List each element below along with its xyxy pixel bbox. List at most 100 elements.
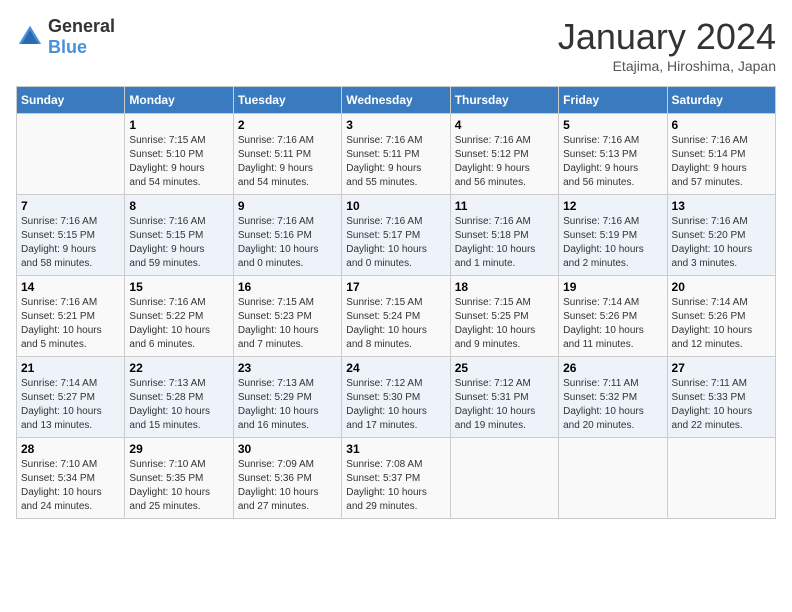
day-cell [450, 438, 558, 519]
logo: General Blue [16, 16, 115, 58]
day-cell: 13 Sunrise: 7:16 AM Sunset: 5:20 PM Dayli… [667, 195, 775, 276]
day-info: Sunrise: 7:16 AM Sunset: 5:14 PM Dayligh… [672, 134, 771, 190]
day-info: Sunrise: 7:10 AM Sunset: 5:34 PM Dayligh… [21, 458, 120, 514]
header-row: Sunday Monday Tuesday Wednesday Thursday… [17, 87, 776, 114]
day-cell: 4Sunrise: 7:16 AM Sunset: 5:12 PM Daylig… [450, 114, 558, 195]
week-row-2: 14Sunrise: 7:16 AM Sunset: 5:21 PM Dayli… [17, 276, 776, 357]
day-info: Sunrise: 7:16 AM Sunset: 5:17 PM Dayligh… [346, 215, 445, 271]
calendar-table: Sunday Monday Tuesday Wednesday Thursday… [16, 86, 776, 519]
day-number: 30 [238, 442, 337, 456]
day-cell: 21 Sunrise: 7:14 AM Sunset: 5:27 PM Dayli… [17, 357, 125, 438]
day-number: 24 [346, 361, 445, 375]
day-cell: 10 Sunrise: 7:16 AM Sunset: 5:17 PM Dayli… [342, 195, 450, 276]
title-area: January 2024 Etajima, Hiroshima, Japan [558, 16, 776, 74]
day-number: 9 [238, 199, 337, 213]
day-cell: 26 Sunrise: 7:11 AM Sunset: 5:32 PM Dayli… [559, 357, 667, 438]
day-number: 4 [455, 118, 554, 132]
header: General Blue January 2024 Etajima, Hiros… [16, 16, 776, 74]
day-number: 5 [563, 118, 662, 132]
day-info: Sunrise: 7:11 AM Sunset: 5:33 PM Dayligh… [672, 377, 771, 433]
day-cell: 2 Sunrise: 7:16 AM Sunset: 5:11 PM Daylig… [233, 114, 341, 195]
day-info: Sunrise: 7:15 AM Sunset: 5:10 PM Dayligh… [129, 134, 228, 190]
day-number: 26 [563, 361, 662, 375]
day-number: 27 [672, 361, 771, 375]
logo-general: General [48, 16, 115, 36]
day-number: 12 [563, 199, 662, 213]
col-wednesday: Wednesday [342, 87, 450, 114]
day-number: 21 [21, 361, 120, 375]
day-number: 10 [346, 199, 445, 213]
day-number: 18 [455, 280, 554, 294]
day-cell: 5 Sunrise: 7:16 AM Sunset: 5:13 PM Daylig… [559, 114, 667, 195]
day-number: 2 [238, 118, 337, 132]
calendar-body: 1 Sunrise: 7:15 AM Sunset: 5:10 PM Daylig… [17, 114, 776, 519]
day-cell: 7Sunrise: 7:16 AM Sunset: 5:15 PM Daylig… [17, 195, 125, 276]
day-cell: 19 Sunrise: 7:14 AM Sunset: 5:26 PM Dayli… [559, 276, 667, 357]
day-number: 3 [346, 118, 445, 132]
day-number: 15 [129, 280, 228, 294]
logo-icon [16, 23, 44, 51]
day-cell: 25 Sunrise: 7:12 AM Sunset: 5:31 PM Dayli… [450, 357, 558, 438]
day-info: Sunrise: 7:16 AM Sunset: 5:20 PM Dayligh… [672, 215, 771, 271]
day-info: Sunrise: 7:14 AM Sunset: 5:27 PM Dayligh… [21, 377, 120, 433]
day-number: 17 [346, 280, 445, 294]
day-cell: 23Sunrise: 7:13 AM Sunset: 5:29 PM Dayli… [233, 357, 341, 438]
day-number: 11 [455, 199, 554, 213]
day-number: 31 [346, 442, 445, 456]
day-cell: 22 Sunrise: 7:13 AM Sunset: 5:28 PM Dayli… [125, 357, 233, 438]
day-cell: 1 Sunrise: 7:15 AM Sunset: 5:10 PM Daylig… [125, 114, 233, 195]
day-number: 23 [238, 361, 337, 375]
day-info: Sunrise: 7:13 AM Sunset: 5:28 PM Dayligh… [129, 377, 228, 433]
col-friday: Friday [559, 87, 667, 114]
day-info: Sunrise: 7:10 AM Sunset: 5:35 PM Dayligh… [129, 458, 228, 514]
day-cell: 27 Sunrise: 7:11 AM Sunset: 5:33 PM Dayli… [667, 357, 775, 438]
day-number: 22 [129, 361, 228, 375]
day-cell: 16 Sunrise: 7:15 AM Sunset: 5:23 PM Dayli… [233, 276, 341, 357]
day-info: Sunrise: 7:08 AM Sunset: 5:37 PM Dayligh… [346, 458, 445, 514]
day-number: 28 [21, 442, 120, 456]
day-info: Sunrise: 7:12 AM Sunset: 5:30 PM Dayligh… [346, 377, 445, 433]
day-number: 16 [238, 280, 337, 294]
week-row-4: 28 Sunrise: 7:10 AM Sunset: 5:34 PM Dayli… [17, 438, 776, 519]
day-info: Sunrise: 7:15 AM Sunset: 5:23 PM Dayligh… [238, 296, 337, 352]
day-info: Sunrise: 7:15 AM Sunset: 5:24 PM Dayligh… [346, 296, 445, 352]
day-info: Sunrise: 7:15 AM Sunset: 5:25 PM Dayligh… [455, 296, 554, 352]
col-tuesday: Tuesday [233, 87, 341, 114]
day-cell: 18 Sunrise: 7:15 AM Sunset: 5:25 PM Dayli… [450, 276, 558, 357]
calendar-header: Sunday Monday Tuesday Wednesday Thursday… [17, 87, 776, 114]
day-info: Sunrise: 7:16 AM Sunset: 5:11 PM Dayligh… [346, 134, 445, 190]
day-cell: 15 Sunrise: 7:16 AM Sunset: 5:22 PM Dayli… [125, 276, 233, 357]
week-row-1: 7Sunrise: 7:16 AM Sunset: 5:15 PM Daylig… [17, 195, 776, 276]
day-info: Sunrise: 7:16 AM Sunset: 5:19 PM Dayligh… [563, 215, 662, 271]
day-cell: 8 Sunrise: 7:16 AM Sunset: 5:15 PM Daylig… [125, 195, 233, 276]
day-info: Sunrise: 7:16 AM Sunset: 5:11 PM Dayligh… [238, 134, 337, 190]
col-thursday: Thursday [450, 87, 558, 114]
day-number: 19 [563, 280, 662, 294]
day-cell: 6 Sunrise: 7:16 AM Sunset: 5:14 PM Daylig… [667, 114, 775, 195]
day-info: Sunrise: 7:16 AM Sunset: 5:15 PM Dayligh… [21, 215, 120, 271]
day-info: Sunrise: 7:09 AM Sunset: 5:36 PM Dayligh… [238, 458, 337, 514]
day-cell: 20Sunrise: 7:14 AM Sunset: 5:26 PM Dayli… [667, 276, 775, 357]
col-monday: Monday [125, 87, 233, 114]
day-cell: 28 Sunrise: 7:10 AM Sunset: 5:34 PM Dayli… [17, 438, 125, 519]
calendar-title: January 2024 [558, 16, 776, 58]
day-cell: 17 Sunrise: 7:15 AM Sunset: 5:24 PM Dayli… [342, 276, 450, 357]
day-info: Sunrise: 7:16 AM Sunset: 5:22 PM Dayligh… [129, 296, 228, 352]
col-saturday: Saturday [667, 87, 775, 114]
day-info: Sunrise: 7:16 AM Sunset: 5:13 PM Dayligh… [563, 134, 662, 190]
day-number: 29 [129, 442, 228, 456]
day-cell: 24 Sunrise: 7:12 AM Sunset: 5:30 PM Dayli… [342, 357, 450, 438]
day-number: 8 [129, 199, 228, 213]
day-number: 6 [672, 118, 771, 132]
day-number: 1 [129, 118, 228, 132]
day-number: 25 [455, 361, 554, 375]
day-info: Sunrise: 7:12 AM Sunset: 5:31 PM Dayligh… [455, 377, 554, 433]
day-info: Sunrise: 7:14 AM Sunset: 5:26 PM Dayligh… [563, 296, 662, 352]
day-info: Sunrise: 7:11 AM Sunset: 5:32 PM Dayligh… [563, 377, 662, 433]
day-info: Sunrise: 7:16 AM Sunset: 5:18 PM Dayligh… [455, 215, 554, 271]
day-info: Sunrise: 7:16 AM Sunset: 5:21 PM Dayligh… [21, 296, 120, 352]
day-number: 13 [672, 199, 771, 213]
day-cell [17, 114, 125, 195]
day-info: Sunrise: 7:16 AM Sunset: 5:15 PM Dayligh… [129, 215, 228, 271]
week-row-0: 1 Sunrise: 7:15 AM Sunset: 5:10 PM Daylig… [17, 114, 776, 195]
